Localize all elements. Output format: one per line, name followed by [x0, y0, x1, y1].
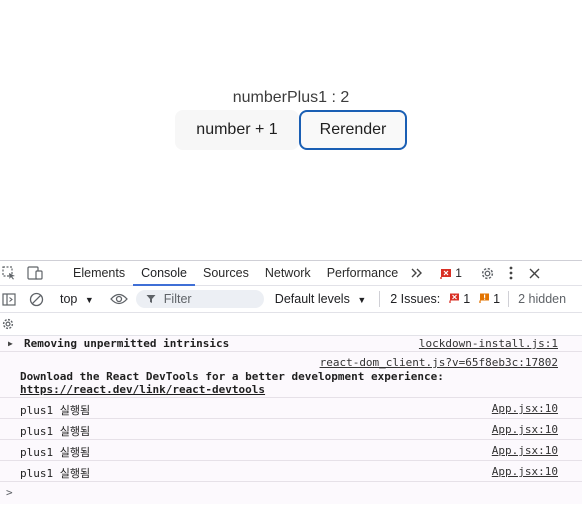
issue-warning-icon	[479, 293, 489, 303]
counter-label: numberPlus1 : 2	[232, 89, 350, 106]
filter-placeholder: Filter	[163, 292, 192, 306]
console-message: plus1 실행됨 App.jsx:10	[0, 419, 582, 440]
message-text: Download the React DevTools for a better…	[20, 370, 444, 383]
console-messages: ▶ Removing unpermitted intrinsics lockdo…	[0, 336, 582, 504]
issue-error-icon	[449, 293, 459, 303]
console-toolbar: top ▼ Filter Default levels ▼ 2 Issues: …	[0, 286, 582, 313]
more-tabs-icon[interactable]	[408, 267, 426, 279]
hidden-count: 2 hidden	[518, 292, 567, 306]
message-text: plus1 실행됨	[20, 404, 91, 417]
rerender-button[interactable]: Rerender	[299, 110, 407, 150]
console-message: plus1 실행됨 App.jsx:10	[0, 398, 582, 419]
devtools-download-link[interactable]: https://react.dev/link/react-devtools	[20, 383, 265, 396]
tab-console[interactable]: Console	[133, 261, 195, 286]
app-viewport: numberPlus1 : 2 number + 1 Rerender	[0, 0, 582, 260]
issues-counter[interactable]: 2 Issues: 1 1	[390, 292, 500, 306]
prompt-chevron-icon: >	[6, 486, 13, 499]
message-text: Removing unpermitted intrinsics	[24, 337, 230, 350]
message-source-link[interactable]: App.jsx:10	[492, 444, 558, 457]
filter-input[interactable]: Filter	[135, 290, 264, 308]
inspect-element-icon[interactable]	[0, 266, 18, 280]
console-message: react-dom_client.js?v=65f8eb3c:17802 Dow…	[0, 352, 582, 398]
issues-warning-count: 1	[493, 292, 501, 306]
error-badge-count: 1	[455, 266, 462, 280]
toolbar-divider	[379, 291, 381, 307]
tab-performance[interactable]: Performance	[319, 261, 407, 285]
message-text: plus1 실행됨	[20, 467, 91, 480]
console-message: plus1 실행됨 App.jsx:10	[0, 440, 582, 461]
devtools-tabbar: Elements Console Sources Network Perform…	[0, 261, 582, 286]
message-text: plus1 실행됨	[20, 446, 91, 459]
close-devtools-icon[interactable]	[529, 268, 540, 279]
context-selector[interactable]: top ▼	[60, 292, 94, 306]
message-source-link[interactable]: App.jsx:10	[492, 423, 558, 436]
clear-console-icon[interactable]	[29, 292, 44, 307]
message-source-link[interactable]: react-dom_client.js?v=65f8eb3c:17802	[320, 356, 558, 369]
chevron-down-icon: ▼	[84, 295, 94, 305]
message-source-link[interactable]: App.jsx:10	[492, 402, 558, 415]
message-source-link[interactable]: lockdown-install.js:1	[419, 337, 558, 350]
kebab-menu-icon[interactable]	[509, 266, 513, 280]
device-toolbar-icon[interactable]	[24, 266, 46, 280]
button-row: number + 1 Rerender	[175, 110, 407, 150]
context-value: top	[60, 292, 78, 306]
console-message: plus1 실행됨 App.jsx:10	[0, 461, 582, 482]
console-settings-row	[0, 313, 582, 336]
devtools-panel: Elements Console Sources Network Perform…	[0, 260, 582, 508]
console-prompt[interactable]: >	[0, 482, 582, 504]
console-settings-gear-icon[interactable]	[1, 317, 15, 331]
toolbar-divider	[508, 291, 510, 307]
log-levels-label: Default levels	[274, 292, 350, 306]
message-text: plus1 실행됨	[20, 425, 91, 438]
tab-network[interactable]: Network	[257, 261, 319, 285]
chevron-down-icon: ▼	[357, 295, 367, 305]
number-plus-one-button[interactable]: number + 1	[175, 110, 299, 150]
settings-gear-icon[interactable]	[480, 266, 495, 281]
message-source-link[interactable]: App.jsx:10	[492, 465, 558, 478]
error-flag-icon[interactable]	[440, 268, 452, 279]
tab-sources[interactable]: Sources	[195, 261, 257, 285]
live-expression-eye-icon[interactable]	[109, 293, 128, 305]
expand-triangle-icon[interactable]: ▶	[8, 339, 13, 348]
console-message-group[interactable]: ▶ Removing unpermitted intrinsics lockdo…	[0, 336, 582, 352]
filter-funnel-icon	[146, 295, 156, 303]
log-levels-dropdown[interactable]: Default levels ▼	[275, 292, 366, 306]
issues-error-count: 1	[463, 292, 471, 306]
sidebar-toggle-icon[interactable]	[1, 292, 17, 306]
tab-elements[interactable]: Elements	[65, 261, 133, 285]
issues-label: 2 Issues:	[390, 292, 441, 306]
